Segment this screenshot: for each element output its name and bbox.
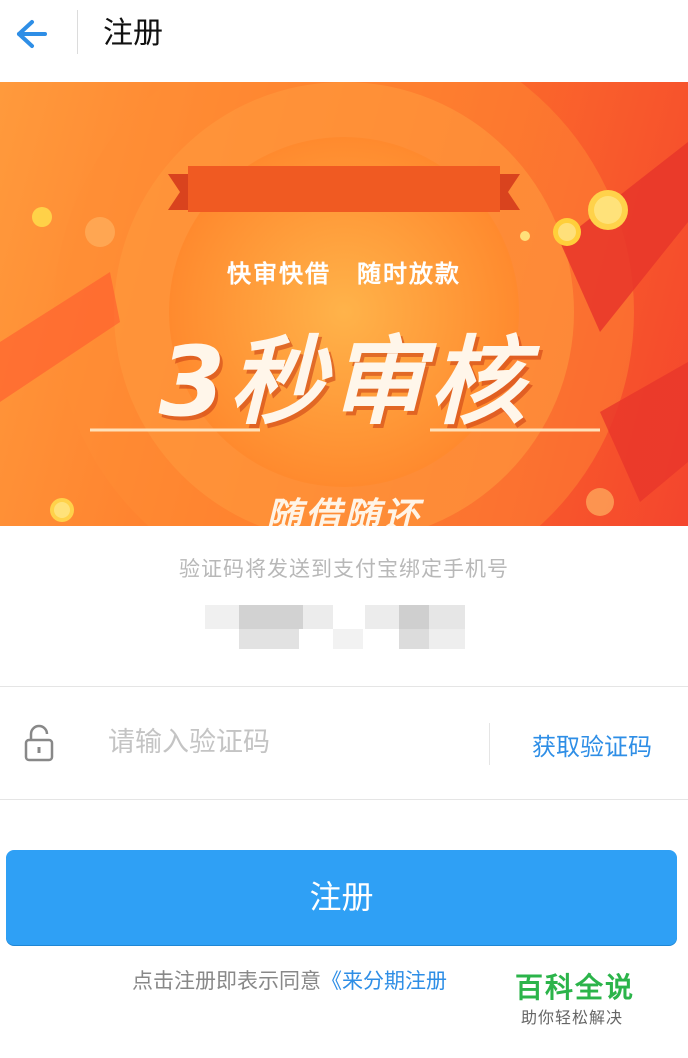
agreement-prefix: 点击注册即表示同意: [132, 969, 321, 993]
get-code-button[interactable]: 获取验证码: [532, 727, 652, 762]
page-title: 注册: [103, 16, 163, 51]
watermark-subtitle: 助你轻松解决: [521, 1008, 624, 1027]
nav-divider: [77, 10, 78, 54]
agreement-link[interactable]: 《来分期注册: [321, 969, 447, 993]
masked-phone-number: [205, 605, 465, 651]
promo-banner: 快审快借 随时放款 3秒审核 随借随还: [0, 82, 688, 526]
top-nav-bar: 注册: [0, 0, 688, 80]
verification-hint: 验证码将发送到支付宝绑定手机号: [179, 557, 509, 581]
verification-code-input[interactable]: [108, 717, 468, 767]
register-button[interactable]: 注册: [6, 850, 677, 945]
agreement-text: 点击注册即表示同意《来分期注册: [132, 965, 447, 995]
row-divider: [489, 723, 490, 765]
watermark: 百科全说 助你轻松解决: [505, 962, 665, 1032]
banner-subline: 随借随还: [265, 496, 422, 526]
lock-icon: [22, 723, 56, 763]
banner-ribbon-text: 快审快借 随时放款: [227, 260, 461, 288]
verification-code-row: 获取验证码: [0, 686, 688, 800]
watermark-title: 百科全说: [515, 971, 636, 1004]
banner-headline: 3秒审核: [158, 326, 530, 438]
arrow-left-icon[interactable]: [10, 14, 50, 54]
